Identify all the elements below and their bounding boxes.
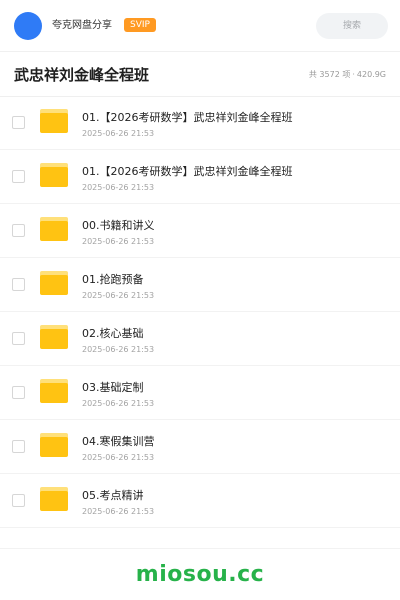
file-row[interactable]: 05.考点精讲 2025-06-26 21:53	[0, 474, 400, 528]
file-name[interactable]: 02.核心基础	[82, 327, 144, 341]
folder-icon	[40, 379, 68, 403]
total-size: 420.9G	[356, 70, 386, 79]
file-date: 2025-06-26 21:53	[82, 129, 155, 138]
share-summary: 共 3572 项 · 420.9G	[309, 69, 386, 81]
brand-name: 夸克网盘分享	[52, 20, 112, 31]
file-row[interactable]: 04.寒假集训营 2025-06-26 21:53	[0, 420, 400, 474]
footer: miosou.cc	[0, 548, 400, 600]
folder-icon	[40, 109, 68, 133]
folder-icon	[40, 271, 68, 295]
select-checkbox[interactable]	[12, 440, 25, 453]
file-name[interactable]: 00.书籍和讲义	[82, 219, 155, 233]
select-checkbox[interactable]	[12, 170, 25, 183]
file-name[interactable]: 01.【2026考研数学】武忠祥刘金峰全程班	[82, 111, 293, 125]
file-row[interactable]: 02.核心基础 2025-06-26 21:53	[0, 312, 400, 366]
file-name[interactable]: 01.【2026考研数学】武忠祥刘金峰全程班	[82, 165, 293, 179]
folder-icon	[40, 487, 68, 511]
search-button[interactable]: 搜索	[316, 13, 388, 39]
file-name[interactable]: 01.抢跑预备	[82, 273, 144, 287]
avatar[interactable]	[14, 12, 42, 40]
select-checkbox[interactable]	[12, 386, 25, 399]
folder-icon	[40, 325, 68, 349]
select-checkbox[interactable]	[12, 332, 25, 345]
svip-badge[interactable]: SVIP	[124, 18, 156, 32]
app-header: 夸克网盘分享 SVIP 搜索	[0, 0, 400, 52]
file-date: 2025-06-26 21:53	[82, 399, 155, 408]
item-count: 共 3572 项	[308, 70, 351, 79]
site-watermark: miosou.cc	[135, 562, 265, 587]
file-date: 2025-06-26 21:53	[82, 345, 155, 354]
file-date: 2025-06-26 21:53	[82, 507, 155, 516]
file-row[interactable]: 01.【2026考研数学】武忠祥刘金峰全程班 2025-06-26 21:53	[0, 96, 400, 150]
folder-icon	[40, 433, 68, 457]
title-bar: 武忠祥刘金峰全程班 共 3572 项 · 420.9G	[0, 53, 400, 97]
page-title: 武忠祥刘金峰全程班	[14, 66, 150, 84]
select-checkbox[interactable]	[12, 224, 25, 237]
file-date: 2025-06-26 21:53	[82, 453, 155, 462]
folder-icon	[40, 217, 68, 241]
select-checkbox[interactable]	[12, 278, 25, 291]
file-row[interactable]: 00.书籍和讲义 2025-06-26 21:53	[0, 204, 400, 258]
file-row[interactable]: 03.基础定制 2025-06-26 21:53	[0, 366, 400, 420]
file-name[interactable]: 05.考点精讲	[82, 489, 144, 503]
file-date: 2025-06-26 21:53	[82, 237, 155, 246]
folder-icon	[40, 163, 68, 187]
summary-separator: ·	[352, 70, 355, 79]
file-name[interactable]: 04.寒假集训营	[82, 435, 155, 449]
select-checkbox[interactable]	[12, 116, 25, 129]
file-row[interactable]: 01.抢跑预备 2025-06-26 21:53	[0, 258, 400, 312]
file-row[interactable]: 01.【2026考研数学】武忠祥刘金峰全程班 2025-06-26 21:53	[0, 150, 400, 204]
file-name[interactable]: 03.基础定制	[82, 381, 144, 395]
file-date: 2025-06-26 21:53	[82, 291, 155, 300]
select-checkbox[interactable]	[12, 494, 25, 507]
file-list: 01.【2026考研数学】武忠祥刘金峰全程班 2025-06-26 21:53 …	[0, 96, 400, 528]
file-date: 2025-06-26 21:53	[82, 183, 155, 192]
